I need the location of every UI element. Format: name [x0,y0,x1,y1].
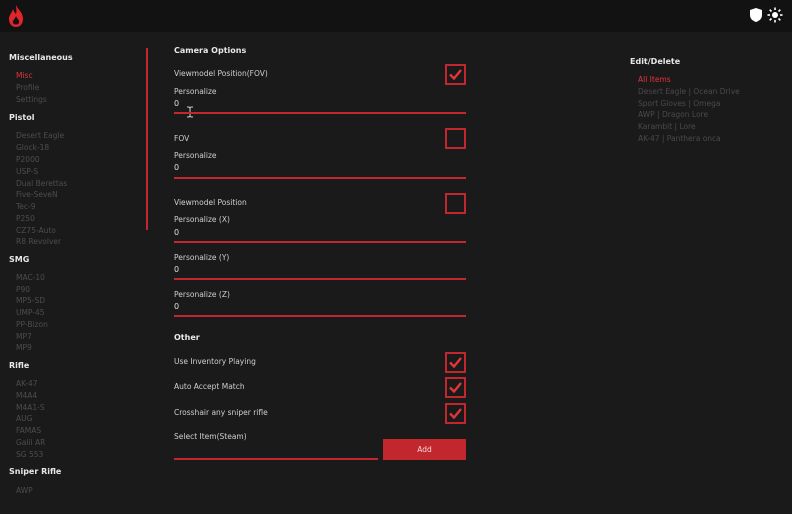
sidebar-item-mp7[interactable]: MP7 [16,332,32,341]
sidebar-item-mp9[interactable]: MP9 [16,343,32,352]
personalize-fov-label: Personalize [174,87,217,96]
sidebar-item-misc[interactable]: Misc [16,71,33,80]
sidebar-item-pp-bizon[interactable]: PP-Bizon [16,320,48,329]
fov-personalize-underline [174,177,466,179]
sidebar-item-dual-berettas[interactable]: Dual Berettas [16,179,67,188]
use-inventory-checkbox[interactable] [445,352,466,373]
sidebar-divider [146,48,148,230]
sidebar-item-r8-revolver[interactable]: R8 Revolver [16,237,61,246]
edit-item-awp-dragon-lore[interactable]: AWP | Dragon Lore [638,110,708,119]
auto-accept-checkbox[interactable] [445,377,466,398]
check-icon [449,408,462,420]
personalize-z-underline [174,315,466,317]
fov-personalize-input[interactable]: 0 [174,163,179,172]
sidebar-item-p2000[interactable]: P2000 [16,155,40,164]
add-button[interactable]: Add [383,439,466,460]
sidebar-item-tec-9[interactable]: Tec-9 [16,202,36,211]
personalize-fov-underline [174,112,466,114]
edit-item-karambit-lore[interactable]: Karambit | Lore [638,122,696,131]
sidebar-item-glock-18[interactable]: Glock-18 [16,143,49,152]
viewmodel-fov-label: Viewmodel Position(FOV) [174,69,268,78]
personalize-fov-input[interactable]: 0 [174,99,179,108]
sidebar-item-m4a4[interactable]: M4A4 [16,391,37,400]
shield-icon[interactable] [748,7,764,23]
personalize-x-input[interactable]: 0 [174,228,179,237]
personalize-x-label: Personalize (X) [174,215,230,224]
personalize-z-label: Personalize (Z) [174,290,230,299]
check-icon [449,69,462,81]
crosshair-label: Crosshair any sniper rifle [174,408,268,417]
viewmodel-position-checkbox[interactable] [445,193,466,214]
section-title-rifle: Rifle [9,361,30,370]
sun-icon[interactable] [767,7,783,23]
select-item-label: Select Item(Steam) [174,432,247,441]
edit-item-ak-47-panthera-onca[interactable]: AK-47 | Panthera onca [638,134,721,143]
edit-item-desert-eagle-ocean-drive[interactable]: Desert Eagle | Ocean Drive [638,87,740,96]
auto-accept-label: Auto Accept Match [174,382,245,391]
sidebar-item-aug[interactable]: AUG [16,414,32,423]
top-bar [0,0,792,32]
sidebar-item-cz75-auto[interactable]: CZ75-Auto [16,226,56,235]
other-title: Other [174,333,200,342]
flame-icon[interactable] [6,4,26,28]
crosshair-checkbox[interactable] [445,403,466,424]
sidebar-item-m4a1-s[interactable]: M4A1-S [16,403,45,412]
personalize-y-input[interactable]: 0 [174,265,179,274]
sidebar-item-famas[interactable]: FAMAS [16,426,41,435]
edit-delete-title: Edit/Delete [630,57,681,66]
sidebar-item-p90[interactable]: P90 [16,285,30,294]
section-title-pistol: Pistol [9,113,35,122]
sidebar-item-five-seven[interactable]: Five-SeveN [16,190,58,199]
select-item-underline [174,458,378,460]
edit-item-sport-gloves-omega[interactable]: Sport Gloves | Omega [638,99,720,108]
viewmodel-fov-checkbox[interactable] [445,64,466,85]
check-icon [449,382,462,394]
section-title-miscellaneous: Miscellaneous [9,53,73,62]
viewmodel-position-label: Viewmodel Position [174,198,247,207]
sidebar-item-ak-47[interactable]: AK-47 [16,379,38,388]
personalize-z-input[interactable]: 0 [174,302,179,311]
sidebar-item-ump-45[interactable]: UMP-45 [16,308,45,317]
personalize-x-underline [174,241,466,243]
sidebar-item-usp-s[interactable]: USP-S [16,167,38,176]
section-title-sniper-rifle: Sniper Rifle [9,467,62,476]
edit-item-all-items[interactable]: All Items [638,75,671,84]
sidebar-item-p250[interactable]: P250 [16,214,35,223]
fov-checkbox[interactable] [445,128,466,149]
sidebar-item-sg-553[interactable]: SG 553 [16,450,43,459]
sidebar-item-settings[interactable]: Settings [16,95,47,104]
sidebar-item-profile[interactable]: Profile [16,83,39,92]
sidebar-item-mp5-sd[interactable]: MP5-SD [16,296,45,305]
check-icon [449,357,462,369]
sidebar-item-galil-ar[interactable]: Galil AR [16,438,45,447]
use-inventory-label: Use Inventory Playing [174,357,256,366]
sidebar-item-awp[interactable]: AWP [16,486,33,495]
sidebar-item-desert-eagle[interactable]: Desert Eagle [16,131,64,140]
fov-personalize-label: Personalize [174,151,217,160]
section-title-smg: SMG [9,255,30,264]
sidebar-item-mac-10[interactable]: MAC-10 [16,273,45,282]
fov-label: FOV [174,134,190,143]
personalize-y-underline [174,278,466,280]
camera-options-title: Camera Options [174,46,247,55]
personalize-y-label: Personalize (Y) [174,253,230,262]
